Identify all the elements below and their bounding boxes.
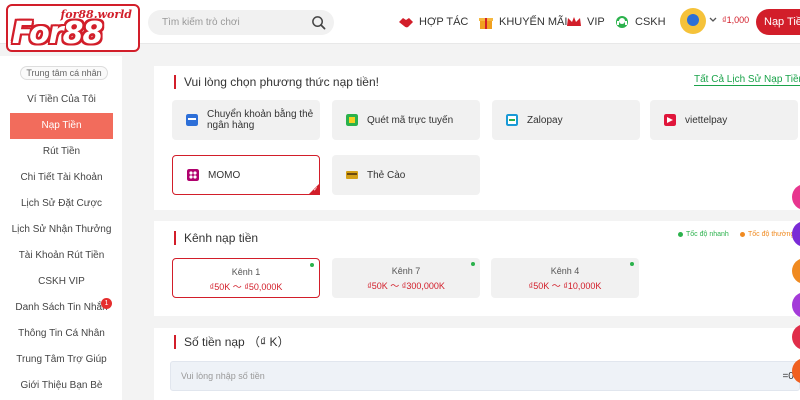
legend-fast-label: Tốc độ nhanh [686, 231, 729, 238]
support-icon [616, 16, 628, 28]
fast-speed-dot [630, 262, 634, 266]
sidebar-item-messages-label: Danh Sách Tin Nhắn [15, 302, 108, 313]
method-zalopay[interactable]: Zalopay [492, 100, 640, 140]
channel-range: ₫50K ～ ₫300,000K [367, 281, 445, 291]
header-deposit-button[interactable]: Nạp Tiền [756, 9, 800, 35]
scratch-card-icon [346, 171, 358, 179]
check-icon: ✓ [312, 187, 318, 193]
sidebar-item-reward-history[interactable]: Lịch Sử Nhận Thưởng [10, 217, 113, 243]
method-label: MOMO [208, 169, 241, 181]
unread-badge: 1 [101, 298, 112, 309]
method-scratch-card[interactable]: Thẻ Cào [332, 155, 480, 195]
logo-wordmark: For88 [12, 16, 103, 51]
site-logo[interactable]: for88.world For88 [6, 4, 140, 52]
channel-option-7[interactable]: Kênh 7 ₫50K ～ ₫300,000K [332, 258, 480, 298]
channel-title: Kênh nạp tiền [174, 231, 258, 245]
sidebar-item-deposit[interactable]: Nạp Tiền [10, 113, 113, 139]
chevron-down-icon[interactable] [709, 17, 717, 23]
channel-name: Kênh 4 [550, 266, 580, 276]
wallet-balance: ₫1,000 [722, 15, 750, 25]
momo-icon [187, 169, 199, 181]
search-input[interactable] [148, 10, 308, 35]
method-label: Zalopay [527, 114, 563, 126]
sidebar-item-refer-friends[interactable]: Giới Thiệu Bạn Bè [10, 373, 113, 399]
nav-promotions[interactable]: KHUYẾN MÃI [478, 14, 567, 30]
legend-fast: Tốc độ nhanh [678, 231, 729, 238]
sidebar-item-withdraw-account[interactable]: Tài Khoản Rút Tiền [10, 243, 113, 269]
normal-speed-dot [740, 231, 745, 237]
top-header: for88.world For88 HỢP TÁC KHUYẾN MÃI VIP [0, 0, 800, 52]
channel-range: ₫50K ～ ₫50,000K [209, 282, 283, 292]
channel-option-1[interactable]: Kênh 1 ₫50K ～ ₫50,000K [172, 258, 320, 298]
sidebar-item-profile[interactable]: Thông Tin Cá Nhân [10, 321, 113, 347]
method-momo[interactable]: MOMO ✓ [172, 155, 320, 195]
game-search [148, 10, 334, 35]
sidebar-item-account-details[interactable]: Chi Tiết Tài Khoản [10, 165, 113, 191]
nav-support-label: CSKH [635, 16, 666, 28]
method-label: Thẻ Cào [367, 169, 406, 181]
viettelpay-icon [664, 114, 676, 126]
handshake-icon [399, 18, 413, 28]
crown-icon [567, 17, 581, 26]
deposit-history-link[interactable]: Tất Cả Lịch Sử Nạp Tiền [694, 74, 800, 86]
amount-field-wrapper: =0₫ [170, 361, 800, 391]
account-sidebar: Trung tâm cá nhân Ví Tiền Của Tôi Nạp Ti… [0, 56, 122, 400]
user-avatar[interactable] [680, 8, 706, 34]
nav-support[interactable]: CSKH [614, 14, 666, 30]
channel-option-4[interactable]: Kênh 4 ₫50K ～ ₫10,000K [491, 258, 639, 298]
fast-speed-dot [678, 231, 683, 237]
qr-scan-icon [346, 114, 358, 126]
sidebar-item-messages[interactable]: Danh Sách Tin Nhắn 1 [10, 295, 113, 321]
payment-method-title: Vui lòng chọn phương thức nạp tiền! [174, 75, 379, 89]
method-label: viettelpay [685, 114, 728, 126]
fast-speed-dot [310, 263, 314, 267]
nav-vip-label: VIP [587, 16, 605, 28]
fast-speed-dot [471, 262, 475, 266]
sidebar-item-bet-history[interactable]: Lịch Sử Đặt Cược [10, 191, 113, 217]
zalopay-icon [506, 114, 518, 126]
legend-normal-label: Tốc độ thường [748, 231, 795, 238]
method-label: Chuyển khoản bằng thẻ ngân hàng [207, 109, 314, 131]
sidebar-item-withdraw[interactable]: Rút Tiền [10, 139, 113, 165]
method-viettelpay[interactable]: viettelpay [650, 100, 798, 140]
nav-partner[interactable]: HỢP TÁC [398, 14, 468, 30]
sidebar-item-vip-support[interactable]: CSKH VIP [10, 269, 113, 295]
channel-range: ₫50K ～ ₫10,000K [528, 281, 602, 291]
gift-icon [479, 18, 493, 29]
payment-method-card: Vui lòng chọn phương thức nạp tiền! Tất … [154, 66, 800, 210]
deposit-amount-card: Số tiền nạp （₫ K） =0₫ [154, 328, 800, 400]
method-bank-transfer[interactable]: Chuyển khoản bằng thẻ ngân hàng [172, 100, 320, 140]
search-icon[interactable] [311, 15, 326, 30]
sidebar-menu: Ví Tiền Của Tôi Nạp Tiền Rút Tiền Chi Ti… [10, 87, 113, 399]
method-qr-scan[interactable]: Quét mã trực tuyến [332, 100, 480, 140]
sidebar-item-help-center[interactable]: Trung Tâm Trợ Giúp [10, 347, 113, 373]
amount-input[interactable] [171, 362, 751, 390]
channel-name: Kênh 1 [231, 267, 261, 277]
legend-normal: Tốc độ thường [740, 231, 794, 238]
nav-partner-label: HỢP TÁC [419, 16, 469, 28]
channel-name: Kênh 7 [391, 266, 421, 276]
deposit-channel-card: Kênh nạp tiền Tốc độ nhanh Tốc độ thường… [154, 221, 800, 316]
amount-title: Số tiền nạp （₫ K） [174, 335, 290, 349]
sidebar-heading: Trung tâm cá nhân [20, 66, 108, 80]
method-label: Quét mã trực tuyến [367, 114, 454, 126]
nav-promotions-label: KHUYẾN MÃI [499, 16, 568, 28]
bank-card-icon [186, 114, 198, 126]
nav-vip[interactable]: VIP [566, 14, 605, 30]
sidebar-item-wallet[interactable]: Ví Tiền Của Tôi [10, 87, 113, 113]
